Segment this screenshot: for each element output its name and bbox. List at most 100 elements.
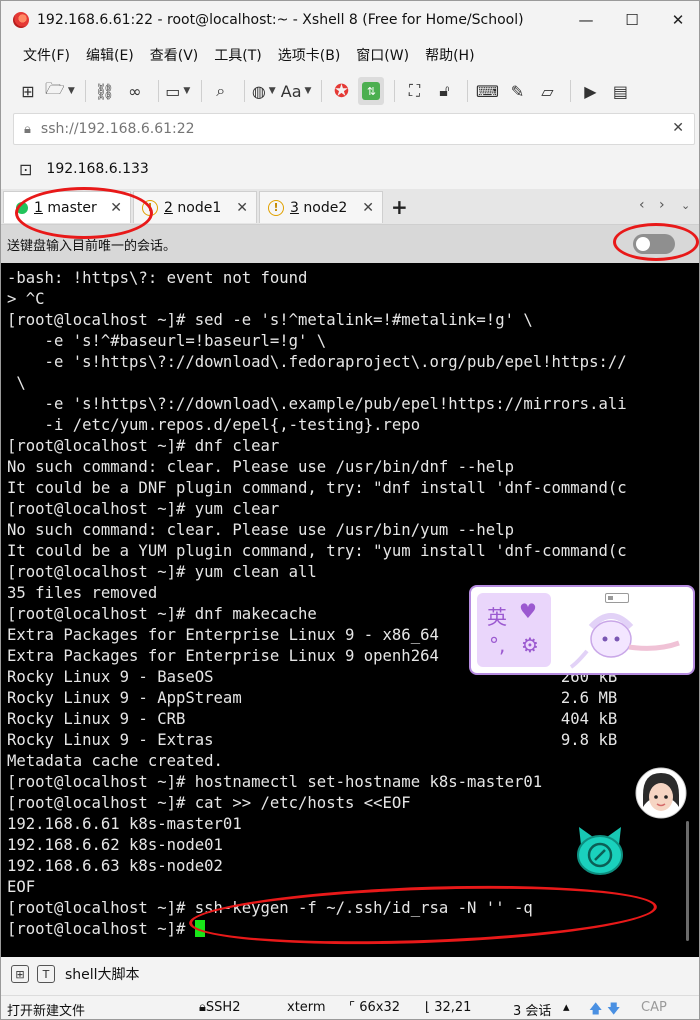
search-icon[interactable]: ⌕: [208, 77, 234, 105]
terminal-line: Rocky Linux 9 - AppStream 2.6 MB: [7, 689, 618, 707]
lock-icon: 🔒︎: [24, 121, 31, 137]
tab-node2[interactable]: ! 3 node2 ✕: [259, 191, 383, 223]
menu-window[interactable]: 窗口(W): [348, 45, 417, 65]
gear-icon: ⚙: [521, 633, 539, 657]
close-icon[interactable]: ✕: [236, 200, 248, 216]
arrow-down-icon[interactable]: 🡇: [607, 1000, 620, 1019]
widget-pad: 英 ♥ °, ⚙: [477, 593, 551, 667]
font-button[interactable]: Aa ▼: [281, 77, 312, 105]
cursor-position: ⌊ 32,21: [425, 1000, 471, 1015]
close-icon[interactable]: ✕: [362, 200, 374, 216]
new-tab-icon[interactable]: ▭ ▼: [165, 77, 191, 105]
log-icon[interactable]: ▤: [607, 77, 633, 105]
menu-tools[interactable]: 工具(T): [206, 45, 269, 65]
battery-icon: [605, 593, 629, 603]
terminal-line: Extra Packages for Enterprise Linux 9 - …: [7, 626, 439, 644]
toolbar-divider: [394, 80, 396, 102]
compose-icon[interactable]: ▱: [534, 77, 560, 105]
annotation-circle-toggle: [613, 223, 699, 261]
terminal-line: -bash: !https\?: event not found: [7, 269, 308, 287]
menu-help[interactable]: 帮助(H): [417, 45, 482, 65]
terminal-line: 192.168.6.62 k8s-node01: [7, 836, 223, 854]
terminal-line: -e 's!^#baseurl=!baseurl=!g' \: [7, 332, 327, 350]
terminal-line: [root@localhost ~]# cat >> /etc/hosts <<…: [7, 794, 411, 812]
menu-edit[interactable]: 编辑(E): [78, 45, 142, 65]
tab-label: 2 node1: [164, 200, 221, 216]
xftp-icon: ⇅: [362, 82, 381, 100]
chevron-down-icon[interactable]: ▼: [269, 86, 276, 96]
terminal-line: -i /etc/yum.repos.d/epel{,-testing}.repo: [7, 416, 421, 434]
maximize-button[interactable]: ☐: [609, 1, 655, 39]
terminal-prompt: [root@localhost ~]#: [7, 920, 195, 938]
chevron-up-icon[interactable]: ▴: [563, 1000, 570, 1015]
grid-icon[interactable]: ⊞: [11, 965, 29, 983]
address-bar: 🔒︎ ✕: [13, 113, 695, 145]
tab-number: 3: [290, 199, 299, 216]
terminal-line: It could be a DNF plugin command, try: "…: [7, 479, 627, 497]
toolbar-divider: [570, 80, 572, 102]
font-icon: Aa: [280, 81, 302, 101]
close-button[interactable]: ✕: [655, 1, 699, 39]
open-folder-icon[interactable]: 🗁 ▼: [45, 77, 75, 105]
terminal-line: Metadata cache created.: [7, 752, 223, 770]
session-count[interactable]: 3 会话: [513, 1000, 551, 1019]
new-session-icon[interactable]: ⊞: [15, 77, 41, 105]
cursor-position-label: 32,21: [434, 1000, 472, 1015]
floating-widget[interactable]: 英 ♥ °, ⚙: [469, 585, 695, 675]
add-tab-button[interactable]: +: [391, 195, 408, 219]
chevron-down-icon[interactable]: ▼: [183, 86, 190, 96]
terminal-type: xterm: [287, 1000, 326, 1015]
xshell-window: 192.168.6.61:22 - root@localhost:~ - Xsh…: [0, 0, 700, 1020]
chevron-left-icon[interactable]: ‹: [639, 197, 645, 213]
reconnect-icon[interactable]: ∞: [122, 77, 148, 105]
toolbar-divider: [157, 80, 159, 102]
protocol-label: SSH2: [205, 1000, 241, 1015]
globe-icon[interactable]: ◍ ▼: [251, 77, 277, 105]
terminal-line: [root@localhost ~]# yum clean all: [7, 563, 317, 581]
cursor-icon: ⌊: [425, 1000, 431, 1015]
arrow-up-icon[interactable]: 🡅: [589, 1000, 602, 1019]
heart-icon: ♥: [519, 599, 537, 623]
pen-icon[interactable]: ✎: [504, 77, 530, 105]
text-icon[interactable]: T: [37, 965, 55, 983]
mascot-icon[interactable]: [573, 825, 627, 877]
terminal-line: \: [7, 374, 26, 392]
terminal-prompt-line: [root@localhost ~]#: [7, 919, 205, 940]
terminal-line: EOF: [7, 878, 36, 896]
terminal-line: Extra Packages for Enterprise Linux 9 op…: [7, 647, 439, 665]
xshell-app-icon: [13, 12, 29, 28]
menu-tabs[interactable]: 选项卡(B): [270, 45, 349, 65]
toolbar-divider: [321, 80, 323, 102]
terminal-size-label: 66x32: [359, 1000, 401, 1015]
chevron-down-icon[interactable]: ▼: [68, 86, 75, 96]
chevron-down-icon[interactable]: ⌄: [681, 199, 690, 212]
terminal-line: [root@localhost ~]# hostnamectl set-host…: [7, 773, 543, 791]
script-icon[interactable]: ▶: [577, 77, 603, 105]
tab-number: 2: [164, 199, 173, 216]
address-input[interactable]: [40, 121, 641, 137]
title-bar[interactable]: 192.168.6.61:22 - root@localhost:~ - Xsh…: [1, 1, 699, 39]
chevron-down-icon[interactable]: ▼: [305, 86, 312, 96]
status-hint: 打开新建文件: [7, 1004, 86, 1019]
quick-command-button[interactable]: shell大脚本: [65, 964, 140, 984]
terminal-scrollbar[interactable]: [686, 821, 689, 941]
chevron-right-icon[interactable]: ›: [659, 197, 665, 213]
menu-view[interactable]: 查看(V): [142, 45, 207, 65]
terminal-line: No such command: clear. Please use /usr/…: [7, 521, 514, 539]
terminal-line: [root@localhost ~]# dnf clear: [7, 437, 280, 455]
xshell-logo-icon[interactable]: ✪: [328, 77, 354, 105]
menu-file[interactable]: 文件(F): [15, 45, 78, 65]
avatar[interactable]: [635, 767, 687, 819]
disconnect-icon[interactable]: ⛓: [92, 77, 118, 105]
warning-icon: !: [268, 199, 284, 216]
terminal-line: [root@localhost ~]# sed -e 's!^metalink=…: [7, 311, 533, 329]
keyboard-icon[interactable]: ⌨: [474, 77, 500, 105]
size-icon: ⌜: [349, 1000, 356, 1015]
lock-icon[interactable]: 🔓︎: [431, 77, 457, 105]
fullscreen-icon[interactable]: ⛶: [401, 77, 427, 105]
close-icon[interactable]: ✕: [672, 120, 684, 136]
xftp-button[interactable]: ⇅: [358, 77, 385, 105]
anime-girl-illustration: [569, 613, 680, 669]
session-bar[interactable]: ⊡ 192.168.6.133: [1, 151, 699, 187]
minimize-button[interactable]: —: [563, 1, 609, 39]
